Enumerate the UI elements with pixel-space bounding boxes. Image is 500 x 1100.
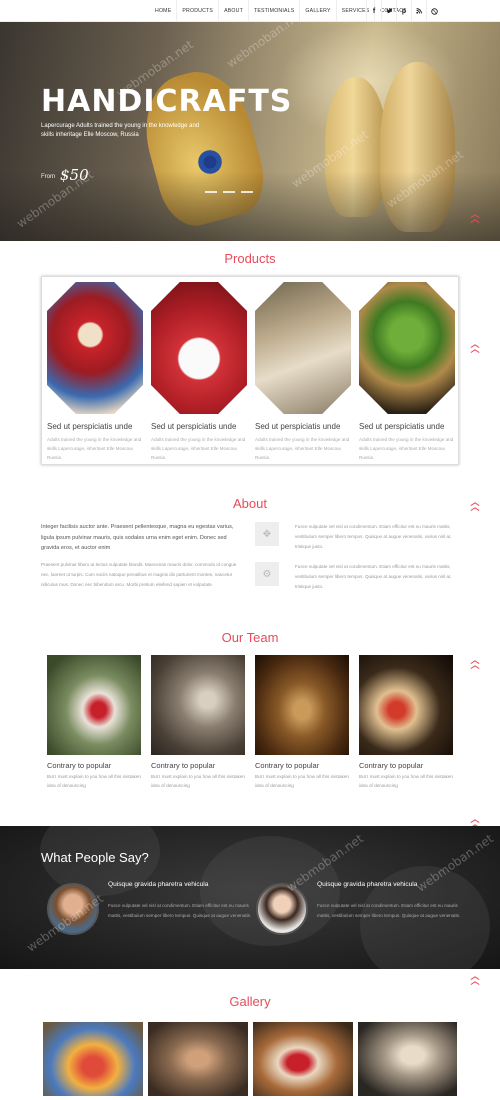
product-card[interactable]: Sed ut perspiciatis unde Adults trained …	[47, 282, 143, 462]
twitter-icon[interactable]	[381, 0, 396, 22]
nav-link-gallery[interactable]: GALLERY	[300, 0, 337, 22]
product-name: Sed ut perspiciatis unde	[255, 422, 341, 431]
team-title: Our Team	[221, 630, 279, 645]
product-name: Sed ut perspiciatis unde	[47, 422, 133, 431]
hero-banner: HANDICRAFTS Lapercurage Adults trained t…	[0, 22, 500, 241]
product-description: Adults trained the young in the knowledg…	[359, 437, 454, 460]
gallery-image[interactable]	[253, 1022, 353, 1096]
nav-link-about[interactable]: ABOUT	[219, 0, 249, 22]
nav-link-home[interactable]: HOME	[150, 0, 178, 22]
product-name: Sed ut perspiciatis unde	[359, 422, 445, 431]
slider-dot[interactable]	[241, 191, 253, 193]
nav-link-testimonials[interactable]: TESTIMONIALS	[249, 0, 301, 22]
double-chevron-up-icon[interactable]: ︿ ︿	[470, 972, 480, 986]
slider-dot[interactable]	[205, 191, 217, 193]
testimonial-title: Quisque gravida pharetra vehicula	[108, 881, 209, 888]
nav-link-products[interactable]: PRODUCTS	[177, 0, 220, 22]
rss-icon[interactable]	[411, 0, 426, 22]
product-image	[359, 282, 455, 414]
double-chevron-up-icon[interactable]: ︿ ︿	[470, 498, 480, 512]
team-member-card[interactable]: Contrary to popular But I must explain t…	[47, 655, 141, 790]
social-links: f p	[366, 0, 441, 22]
hero-price: $50	[60, 166, 89, 184]
team-member-photo	[255, 655, 349, 755]
hero-title: HANDICRAFTS	[41, 84, 293, 119]
team-member-name: Contrary to popular	[359, 761, 424, 770]
double-chevron-up-icon[interactable]: ︿ ︿	[470, 210, 480, 224]
team-member-name: Contrary to popular	[151, 761, 216, 770]
gear-icon: ⚙	[255, 562, 279, 586]
about-lead: Integer facilisis auctor ante. Praesent …	[41, 524, 234, 551]
gallery-image[interactable]	[148, 1022, 248, 1096]
double-chevron-up-icon[interactable]: ︿ ︿	[470, 656, 480, 670]
team-member-description: But I must explain to you how all this m…	[255, 774, 349, 788]
product-name: Sed ut perspiciatis unde	[151, 422, 237, 431]
gallery-title: Gallery	[229, 994, 271, 1009]
avatar	[47, 883, 99, 935]
team-member-name: Contrary to popular	[255, 761, 320, 770]
hero-price-label: From	[41, 174, 55, 180]
product-description: Adults trained the young in the knowledg…	[255, 437, 350, 460]
product-card[interactable]: Sed ut perspiciatis unde Adults trained …	[255, 282, 351, 462]
testimonials-section: What People Say? Quisque gravida pharetr…	[0, 826, 500, 969]
top-navigation: HOME PRODUCTS ABOUT TESTIMONIALS GALLERY…	[0, 0, 500, 22]
team-member-card[interactable]: Contrary to popular But I must explain t…	[359, 655, 453, 790]
pinterest-icon[interactable]: p	[396, 0, 411, 22]
products-carousel: Sed ut perspiciatis unde Adults trained …	[41, 276, 459, 465]
products-title: Products	[224, 251, 276, 266]
product-image	[151, 282, 247, 414]
gallery-image[interactable]	[43, 1022, 143, 1096]
about-body: Praesent pulvinar libero at lectus vulpu…	[41, 561, 237, 587]
testimonials-title: What People Say?	[41, 850, 149, 865]
about-feature: Fusce vulputate vel nisl at condimentum.…	[295, 564, 452, 589]
product-card[interactable]: Sed ut perspiciatis unde Adults trained …	[151, 282, 247, 462]
product-image	[255, 282, 351, 414]
puzzle-icon: ✥	[255, 522, 279, 546]
team-member-name: Contrary to popular	[47, 761, 112, 770]
about-feature: Fusce vulputate vel nisl at condimentum.…	[295, 524, 452, 549]
team-member-photo	[47, 655, 141, 755]
team-member-photo	[151, 655, 245, 755]
team-member-description: But I must explain to you how all this m…	[47, 774, 141, 788]
team-member-card[interactable]: Contrary to popular But I must explain t…	[151, 655, 245, 790]
product-description: Adults trained the young in the knowledg…	[47, 437, 142, 460]
product-card[interactable]: Sed ut perspiciatis unde Adults trained …	[359, 282, 455, 462]
team-member-description: But I must explain to you how all this m…	[151, 774, 245, 788]
facebook-icon[interactable]: f	[366, 0, 381, 22]
about-text: Integer facilisis auctor ante. Praesent …	[41, 522, 246, 590]
team-member-photo	[359, 655, 453, 755]
team-member-card[interactable]: Contrary to popular But I must explain t…	[255, 655, 349, 790]
gallery-image[interactable]	[358, 1022, 457, 1096]
product-description: Adults trained the young in the knowledg…	[151, 437, 246, 460]
testimonial-title: Quisque gravida pharetra vehicula	[317, 881, 418, 888]
testimonial-text: Fusce vulputate vel nisl at condimentum.…	[317, 903, 461, 918]
slider-dot[interactable]	[223, 191, 235, 193]
about-title: About	[233, 496, 267, 511]
hero-slider-dots	[205, 191, 253, 193]
avatar	[256, 883, 308, 935]
dribbble-icon[interactable]	[426, 0, 441, 22]
double-chevron-up-icon[interactable]: ︿ ︿	[470, 340, 480, 354]
hero-subtitle: Lapercurage Adults trained the young in …	[41, 123, 200, 138]
product-image	[47, 282, 143, 414]
testimonial-text: Fusce vulputate vel nisl at condimentum.…	[108, 903, 252, 918]
team-member-description: But I must explain to you how all this m…	[359, 774, 453, 788]
